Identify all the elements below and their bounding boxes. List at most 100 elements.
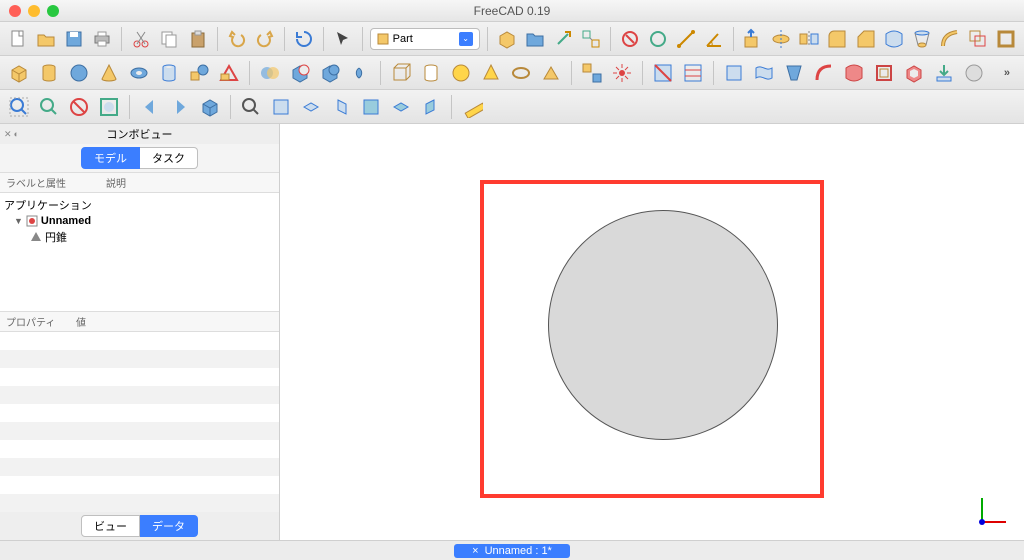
open-icon[interactable] [34, 26, 58, 52]
combo-tabs: モデル タスク [0, 144, 279, 172]
revolve-icon[interactable] [769, 26, 793, 52]
common-icon[interactable] [347, 60, 373, 86]
section-icon[interactable] [650, 60, 676, 86]
prism-icon[interactable] [538, 60, 564, 86]
save-icon[interactable] [62, 26, 86, 52]
toolbar-view [0, 90, 1024, 124]
view-left-icon[interactable] [418, 94, 444, 120]
make-face-icon[interactable] [721, 60, 747, 86]
offset-3d-icon[interactable] [966, 26, 990, 52]
doc-close-icon[interactable]: × [472, 545, 478, 557]
sweep-icon[interactable] [938, 26, 962, 52]
sphere-icon[interactable] [66, 60, 92, 86]
draw-style-icon[interactable] [66, 94, 92, 120]
cylinder-wire-icon[interactable] [418, 60, 444, 86]
link-make-icon[interactable] [551, 26, 575, 52]
view-front-icon[interactable] [268, 94, 294, 120]
nav-next-icon[interactable] [167, 94, 193, 120]
primitives-icon[interactable] [186, 60, 212, 86]
ruled-icon[interactable] [751, 60, 777, 86]
attachment-icon[interactable] [961, 60, 987, 86]
bottom-tab-data[interactable]: データ [140, 515, 198, 537]
workbench-label: Part [393, 33, 413, 45]
tab-model[interactable]: モデル [81, 147, 140, 169]
box-wire-icon[interactable] [388, 60, 414, 86]
document-tab[interactable]: × Unnamed : 1* [454, 544, 570, 558]
tree-doc-row[interactable]: ▼ Unnamed [4, 214, 275, 228]
fuse-icon[interactable] [317, 60, 343, 86]
fillet-icon[interactable] [825, 26, 849, 52]
fit-all-icon[interactable] [6, 94, 32, 120]
fit-selection-icon[interactable] [36, 94, 62, 120]
measure-clear-icon[interactable] [618, 26, 642, 52]
print-icon[interactable] [90, 26, 114, 52]
measure-angular-icon[interactable] [702, 26, 726, 52]
sphere-wire-icon[interactable] [448, 60, 474, 86]
view-top-icon[interactable] [298, 94, 324, 120]
explode-icon[interactable] [609, 60, 635, 86]
paste-icon[interactable] [185, 26, 209, 52]
copy-icon[interactable] [157, 26, 181, 52]
view-rear-icon[interactable] [358, 94, 384, 120]
cut-icon[interactable] [129, 26, 153, 52]
shell-icon[interactable] [901, 60, 927, 86]
document-icon [26, 215, 38, 227]
mirror-icon[interactable] [797, 26, 821, 52]
ruled-surf-icon[interactable] [882, 26, 906, 52]
isometric-icon[interactable] [197, 94, 223, 120]
link-group-icon[interactable] [579, 26, 603, 52]
tab-task[interactable]: タスク [140, 147, 198, 169]
zoom-icon[interactable] [238, 94, 264, 120]
expand-icon[interactable]: ▼ [14, 216, 23, 226]
tube-icon[interactable] [156, 60, 182, 86]
cut-bool-icon[interactable] [287, 60, 313, 86]
tree-obj-label: 円錐 [45, 229, 67, 245]
new-doc-icon[interactable] [6, 26, 30, 52]
tree-app-row[interactable]: アプリケーション [4, 196, 275, 214]
loft2-icon[interactable] [781, 60, 807, 86]
extrude-icon[interactable] [741, 26, 765, 52]
loft-icon[interactable] [910, 26, 934, 52]
cone-top-view[interactable] [548, 210, 778, 440]
surf-red-icon[interactable] [841, 60, 867, 86]
thickness-icon[interactable] [994, 26, 1018, 52]
cube-icon[interactable] [6, 60, 32, 86]
cone-solid-icon[interactable] [96, 60, 122, 86]
undo-icon[interactable] [225, 26, 249, 52]
project-icon[interactable] [931, 60, 957, 86]
cone-wire-icon[interactable] [478, 60, 504, 86]
tree-obj-row[interactable]: 円錐 [4, 228, 275, 246]
compound-icon[interactable] [579, 60, 605, 86]
chamfer-icon[interactable] [854, 26, 878, 52]
cylinder-icon[interactable] [36, 60, 62, 86]
panel-undock-icon[interactable]: ◐ [14, 129, 19, 140]
status-bar: × Unnamed : 1* [0, 540, 1024, 560]
cross-sections-icon[interactable] [680, 60, 706, 86]
cursor-icon[interactable] [331, 26, 355, 52]
measure-toggle-icon[interactable] [646, 26, 670, 52]
prop-header-value: 値 [76, 314, 86, 329]
3d-viewport[interactable] [280, 124, 1024, 540]
bounding-box-icon[interactable] [96, 94, 122, 120]
boolean-icon[interactable] [257, 60, 283, 86]
view-bottom-icon[interactable] [388, 94, 414, 120]
prop-header-name: プロパティ [6, 314, 76, 329]
torus-icon[interactable] [126, 60, 152, 86]
measure-icon[interactable] [459, 94, 485, 120]
view-right-icon[interactable] [328, 94, 354, 120]
refresh-icon[interactable] [292, 26, 316, 52]
nav-prev-icon[interactable] [137, 94, 163, 120]
bottom-tab-view[interactable]: ビュー [81, 515, 140, 537]
toolbar-overflow-icon[interactable]: » [996, 67, 1018, 79]
measure-linear-icon[interactable] [674, 26, 698, 52]
folder-icon[interactable] [523, 26, 547, 52]
redo-icon[interactable] [253, 26, 277, 52]
workbench-selector[interactable]: Part ⌄ [370, 28, 480, 50]
panel-close-icon[interactable]: ✕ [4, 129, 12, 140]
torus-wire-icon[interactable] [508, 60, 534, 86]
sweep2-icon[interactable] [811, 60, 837, 86]
offset2d-icon[interactable] [871, 60, 897, 86]
shapebuilder-icon[interactable] [216, 60, 242, 86]
part-box-yellow-icon[interactable] [495, 26, 519, 52]
part-icon [377, 33, 389, 45]
